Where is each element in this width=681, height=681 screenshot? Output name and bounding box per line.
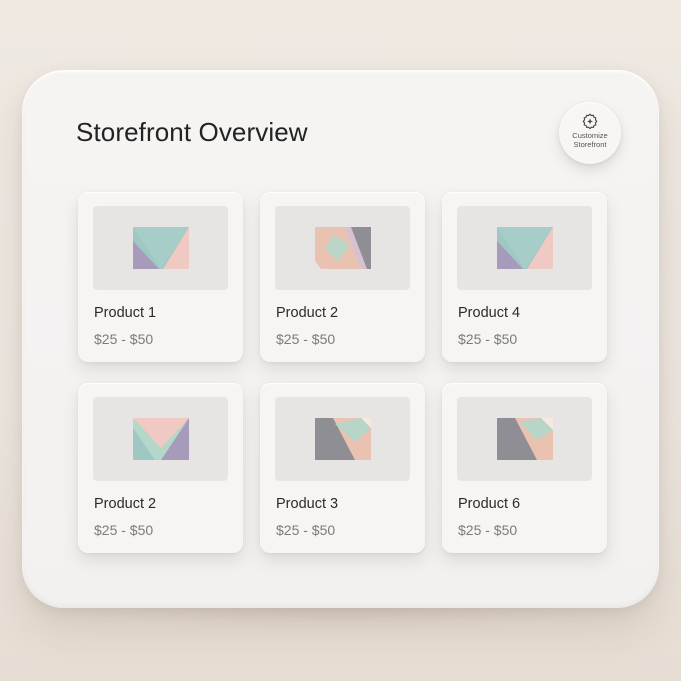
abstract-geometric-thumbnail-icon bbox=[315, 418, 371, 460]
product-price: $25 - $50 bbox=[458, 331, 518, 347]
product-thumbnail bbox=[275, 206, 410, 290]
product-name: Product 6 bbox=[458, 496, 521, 512]
customize-storefront-button[interactable]: Customize Storefront bbox=[559, 102, 621, 164]
page-title: Storefront Overview bbox=[76, 117, 308, 147]
abstract-geometric-thumbnail-icon bbox=[133, 227, 189, 269]
customize-label-line1: Customize bbox=[572, 131, 608, 140]
customize-storefront-label: Customize Storefront bbox=[559, 131, 621, 149]
product-name: Product 4 bbox=[458, 305, 521, 321]
product-thumbnail bbox=[93, 397, 228, 481]
gear-sparkle-icon bbox=[582, 113, 598, 130]
product-name: Product 2 bbox=[276, 305, 339, 321]
product-name: Product 3 bbox=[276, 496, 339, 512]
product-card[interactable]: Product 2 $25 - $50 bbox=[78, 383, 243, 553]
product-thumbnail bbox=[457, 206, 592, 290]
abstract-geometric-thumbnail-icon bbox=[133, 418, 189, 460]
product-name: Product 2 bbox=[94, 496, 157, 512]
product-name: Product 1 bbox=[94, 305, 157, 321]
storefront-panel: Storefront Overview Customize Storefront… bbox=[22, 70, 659, 608]
product-price: $25 - $50 bbox=[94, 331, 154, 347]
product-thumbnail bbox=[457, 397, 592, 481]
product-thumbnail bbox=[93, 206, 228, 290]
product-price: $25 - $50 bbox=[276, 331, 336, 347]
product-thumbnail bbox=[275, 397, 410, 481]
product-card[interactable]: Product 6 $25 - $50 bbox=[442, 383, 607, 553]
product-card[interactable]: Product 2 $25 - $50 bbox=[260, 192, 425, 362]
product-price: $25 - $50 bbox=[94, 522, 154, 538]
product-card[interactable]: Product 1 $25 - $50 bbox=[78, 192, 243, 362]
abstract-geometric-thumbnail-icon bbox=[497, 418, 553, 460]
product-price: $25 - $50 bbox=[458, 522, 518, 538]
product-card[interactable]: Product 3 $25 - $50 bbox=[260, 383, 425, 553]
abstract-geometric-thumbnail-icon bbox=[497, 227, 553, 269]
product-price: $25 - $50 bbox=[276, 522, 336, 538]
product-card[interactable]: Product 4 $25 - $50 bbox=[442, 192, 607, 362]
customize-label-line2: Storefront bbox=[573, 140, 607, 149]
abstract-geometric-thumbnail-icon bbox=[315, 227, 371, 269]
